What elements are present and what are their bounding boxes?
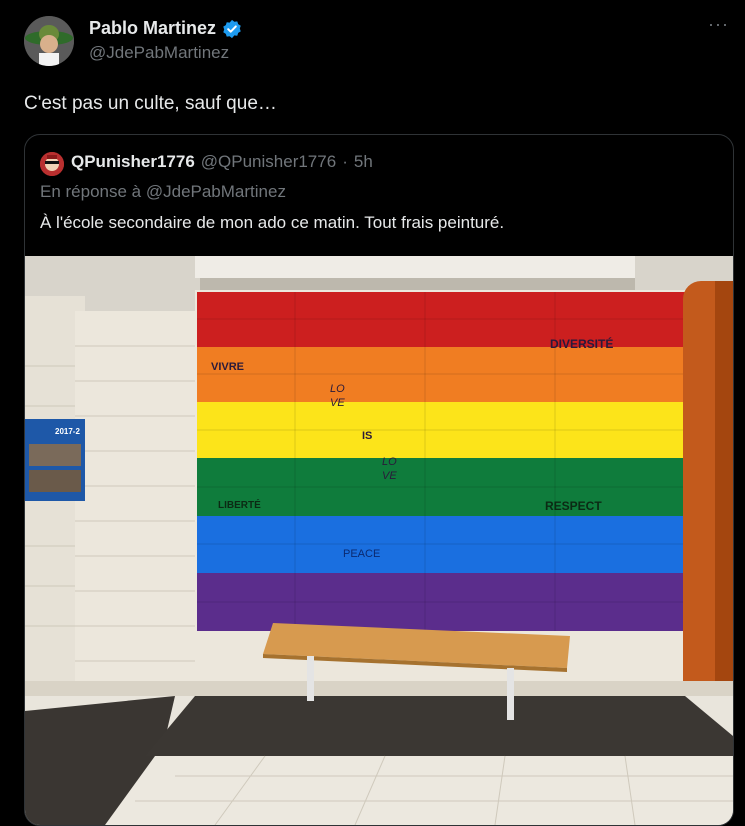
word-respect: RESPECT: [545, 499, 602, 513]
more-options-icon[interactable]: ···: [708, 14, 729, 35]
word-love-1a: LO: [330, 383, 345, 395]
quote-reply-to[interactable]: En réponse à @JdePabMartinez: [40, 182, 286, 202]
word-love-2a: LO: [382, 456, 397, 468]
word-liberte: LIBERTÉ: [218, 498, 261, 511]
quote-separator: ·: [342, 152, 348, 171]
quote-avatar[interactable]: [40, 152, 64, 176]
word-peace: PEACE: [343, 548, 380, 560]
quote-author-name[interactable]: QPunisher1776: [71, 152, 195, 172]
quote-header: QPunisher1776 @QPunisher1776 · 5h: [71, 152, 373, 172]
rainbow-wall-photo: 2017-2 VIVRE DIVERSITÉ LO VE IS LO VE LI…: [25, 256, 733, 825]
avatar-image: [24, 16, 74, 66]
word-is: IS: [362, 430, 372, 442]
quote-text: À l'école secondaire de mon ado ce matin…: [40, 213, 505, 232]
quote-photo[interactable]: 2017-2 VIVRE DIVERSITÉ LO VE IS LO VE LI…: [25, 256, 733, 825]
author-handle[interactable]: @JdePabMartinez: [89, 43, 229, 63]
quote-timestamp[interactable]: 5h: [354, 152, 373, 172]
quote-avatar-image: [40, 152, 64, 176]
author-name[interactable]: Pablo Martinez: [89, 18, 242, 39]
word-love-2b: VE: [382, 470, 397, 482]
word-diversite: DIVERSITÉ: [550, 336, 613, 351]
verified-badge-icon: [223, 19, 241, 38]
poster-text: 2017-2: [55, 427, 80, 436]
quoted-tweet[interactable]: QPunisher1776 @QPunisher1776 · 5h En rép…: [24, 134, 734, 826]
author-name-text: Pablo Martinez: [89, 18, 217, 38]
word-love-1b: VE: [330, 397, 345, 409]
quote-author-handle[interactable]: @QPunisher1776: [201, 152, 336, 172]
author-avatar[interactable]: [24, 16, 74, 66]
word-vivre: VIVRE: [211, 361, 244, 373]
tweet-text: C'est pas un culte, sauf que…: [24, 93, 277, 114]
